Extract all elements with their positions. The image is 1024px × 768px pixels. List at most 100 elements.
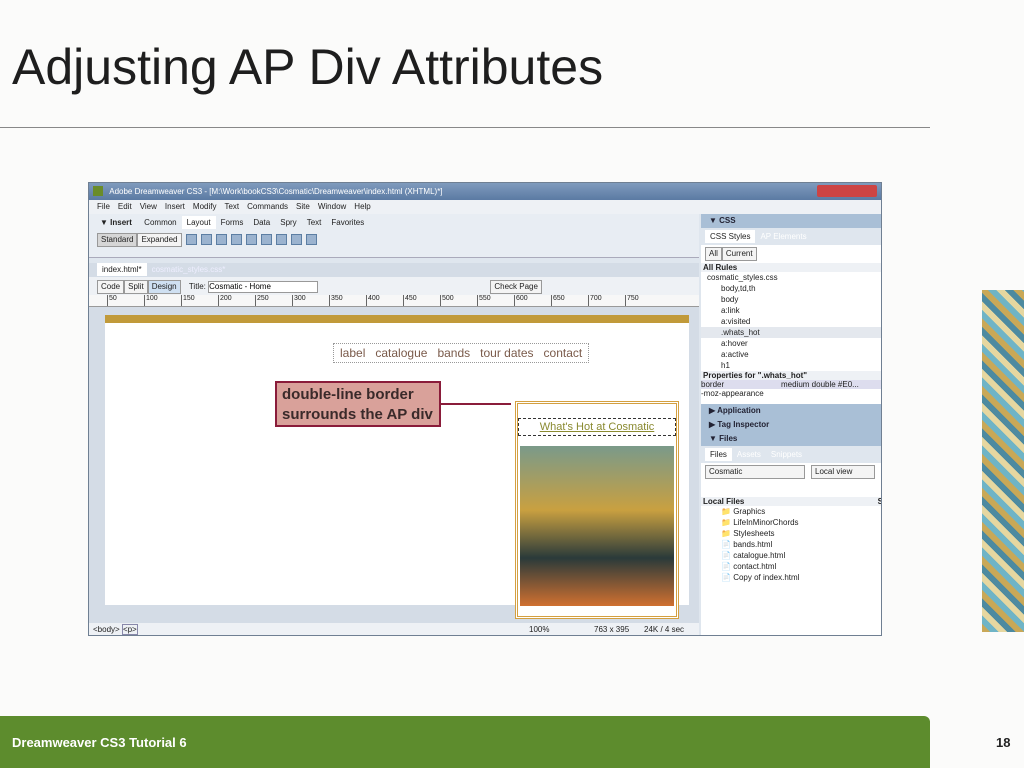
css-rule[interactable]: a:hover	[701, 338, 881, 349]
zoom-select[interactable]: 100%	[529, 625, 549, 634]
document-title-input[interactable]	[208, 280, 319, 293]
all-button[interactable]: All	[705, 247, 722, 261]
tab-ap-elements[interactable]: AP Elements	[755, 230, 811, 243]
tab-text[interactable]: Text	[302, 216, 327, 229]
ruler-tick: 750	[625, 295, 662, 306]
nav-bands[interactable]: bands	[437, 346, 470, 360]
nav-label[interactable]: label	[340, 346, 365, 360]
current-button[interactable]: Current	[721, 247, 757, 261]
div-icon[interactable]	[200, 234, 212, 246]
tab-common[interactable]: Common	[139, 216, 181, 229]
nav-links: label catalogue bands tour dates contact	[333, 343, 590, 363]
ap-div-icon[interactable]	[215, 234, 227, 246]
check-page-button[interactable]: Check Page	[490, 280, 542, 294]
panel-group: ▼ CSS CSS Styles AP Elements All Current A…	[701, 214, 881, 635]
menu-file[interactable]: File	[97, 202, 110, 211]
css-rule[interactable]: a:visited	[701, 316, 881, 327]
menu-modify[interactable]: Modify	[193, 202, 217, 211]
title-label: Title:	[188, 282, 206, 291]
doc-tab-index[interactable]: index.html*	[97, 263, 147, 276]
tag-p[interactable]: <p>	[121, 624, 138, 635]
tab-spry[interactable]: Spry	[275, 216, 301, 229]
menu-text[interactable]: Text	[224, 202, 239, 211]
menu-window[interactable]: Window	[318, 202, 346, 211]
file-item[interactable]: 📁 Stylesheets	[701, 528, 881, 539]
file-item[interactable]: 📄 bands.html	[701, 539, 881, 550]
tab-snippets[interactable]: Snippets	[766, 448, 807, 461]
layout-cell-icon[interactable]	[245, 234, 257, 246]
ruler-tick: 350	[329, 295, 366, 306]
whats-hot-heading[interactable]: What's Hot at Cosmatic	[518, 418, 676, 436]
nav-contact[interactable]: contact	[544, 346, 583, 360]
view-select[interactable]: Local view	[811, 465, 875, 479]
tab-favorites[interactable]: Favorites	[326, 216, 369, 229]
page-number: 18	[996, 735, 1011, 750]
menu-commands[interactable]: Commands	[247, 202, 288, 211]
css-rule[interactable]: body	[701, 294, 881, 305]
prop-name[interactable]: border	[701, 380, 781, 389]
tag-body[interactable]: <body>	[93, 625, 120, 634]
file-icon: 📄	[721, 551, 734, 560]
window-size[interactable]: 763 x 395	[594, 625, 629, 634]
tab-assets[interactable]: Assets	[732, 448, 766, 461]
doc-tab-css[interactable]: cosmatic_styles.css*	[147, 263, 231, 276]
css-file[interactable]: cosmatic_styles.css	[701, 272, 881, 283]
layout-icon[interactable]	[230, 234, 242, 246]
local-files-label: Local Files	[703, 497, 745, 506]
file-item[interactable]: 📄 catalogue.html	[701, 550, 881, 561]
size-column[interactable]: S	[878, 497, 881, 506]
ruler-tick: 400	[366, 295, 403, 306]
tab-files[interactable]: Files	[705, 448, 732, 461]
standard-button[interactable]: Standard	[97, 233, 138, 247]
css-rule[interactable]: a:link	[701, 305, 881, 316]
all-rules-label: All Rules	[701, 263, 881, 272]
folder-icon: 📁	[721, 529, 734, 538]
menu-edit[interactable]: Edit	[118, 202, 132, 211]
window-controls[interactable]	[817, 185, 877, 197]
file-item[interactable]: 📄 Copy of index.html	[701, 572, 881, 583]
css-panel-header[interactable]: ▼ CSS	[701, 214, 881, 228]
tab-forms[interactable]: Forms	[216, 216, 249, 229]
css-rule[interactable]: h1	[701, 360, 881, 371]
tab-layout[interactable]: Layout	[181, 216, 216, 229]
grid-icon[interactable]	[275, 234, 287, 246]
site-select[interactable]: Cosmatic	[705, 465, 805, 479]
tab-data[interactable]: Data	[248, 216, 275, 229]
file-name: Stylesheets	[733, 529, 775, 538]
file-name: Graphics	[733, 507, 766, 516]
frames-icon[interactable]	[305, 234, 317, 246]
menu-help[interactable]: Help	[354, 202, 370, 211]
table-icon[interactable]	[185, 234, 197, 246]
menu-site[interactable]: Site	[296, 202, 310, 211]
css-rule[interactable]: .whats_hot	[701, 327, 881, 338]
menu-view[interactable]: View	[140, 202, 157, 211]
frame-icon[interactable]	[290, 234, 302, 246]
nav-catalogue[interactable]: catalogue	[375, 346, 427, 360]
css-rule[interactable]: a:active	[701, 349, 881, 360]
folder-icon: 📁	[721, 507, 734, 516]
spry-icon[interactable]	[260, 234, 272, 246]
design-view-button[interactable]: Design	[147, 280, 181, 294]
file-item[interactable]: 📄 contact.html	[701, 561, 881, 572]
menu-insert[interactable]: Insert	[165, 202, 185, 211]
ap-div[interactable]: What's Hot at Cosmatic	[515, 401, 679, 619]
split-view-button[interactable]: Split	[124, 280, 148, 294]
prop-value[interactable]: medium double #E0...	[781, 380, 859, 389]
ruler-tick: 150	[181, 295, 218, 306]
prop-name[interactable]: -moz-appearance	[701, 389, 881, 398]
application-panel[interactable]: ▶ Application	[701, 404, 881, 418]
insert-label[interactable]: ▼ Insert	[95, 216, 137, 229]
tab-css-styles[interactable]: CSS Styles	[705, 230, 756, 243]
nav-tour-dates[interactable]: tour dates	[480, 346, 533, 360]
files-panel-header[interactable]: ▼ Files	[701, 432, 881, 446]
ruler-tick: 250	[255, 295, 292, 306]
css-rule[interactable]: body,td,th	[701, 283, 881, 294]
expanded-button[interactable]: Expanded	[137, 233, 182, 247]
ruler-tick: 300	[292, 295, 329, 306]
ruler-tick: 550	[477, 295, 514, 306]
file-item[interactable]: 📁 LifeInMinorChords	[701, 517, 881, 528]
code-view-button[interactable]: Code	[97, 280, 125, 294]
file-name: Copy of index.html	[733, 573, 800, 582]
file-item[interactable]: 📁 Graphics	[701, 506, 881, 517]
tag-inspector-panel[interactable]: ▶ Tag Inspector	[701, 418, 881, 432]
